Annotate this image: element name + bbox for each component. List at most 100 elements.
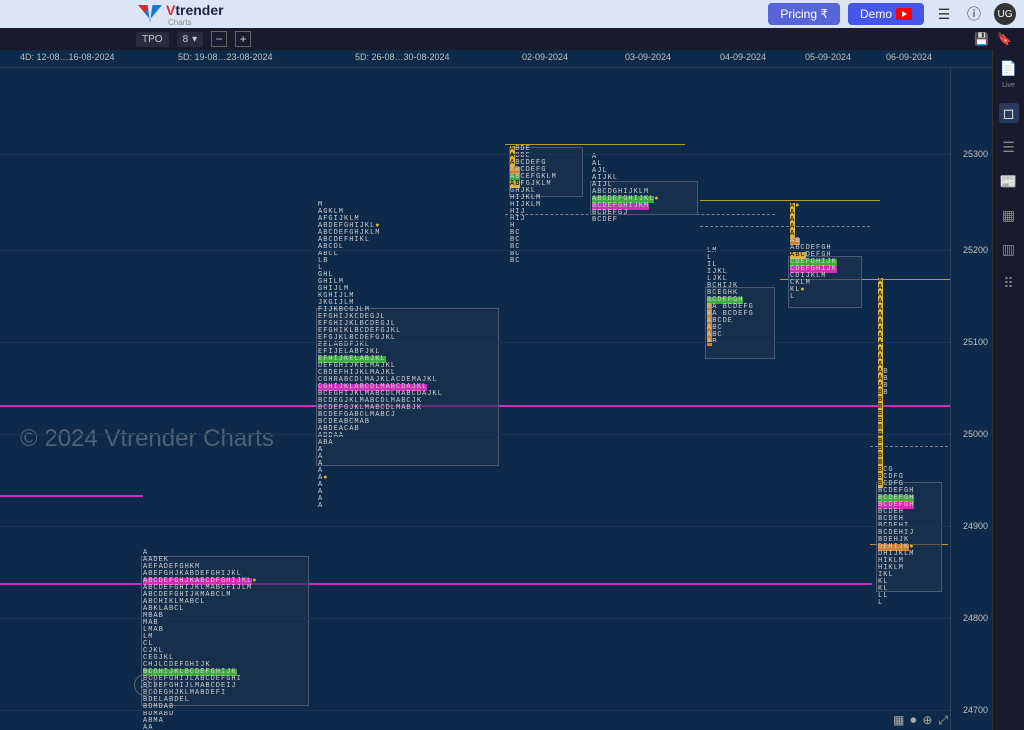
tpo-row: L: [318, 265, 443, 272]
user-avatar[interactable]: UG: [994, 3, 1016, 25]
tpo-row: LM: [143, 634, 257, 641]
tpo-row: B: [878, 453, 914, 460]
tpo-row: A: [878, 320, 914, 327]
date-label: 03-09-2024: [625, 52, 671, 62]
tpo-row: A●: [790, 203, 837, 210]
tpo-row: AA: [143, 725, 257, 730]
poc-line: [0, 583, 872, 585]
tpo-row: A: [878, 348, 914, 355]
apps-icon[interactable]: ⠿: [999, 273, 1019, 293]
tpo-row: A: [318, 503, 443, 510]
tpo-row: A: [878, 278, 914, 285]
ref-line: [700, 200, 880, 201]
split-dropdown[interactable]: 8 ▾: [177, 32, 204, 47]
tpo-row: A: [790, 210, 837, 217]
tpo-profile: AAADEKAEFADEFGHKMABEFGHJKABDEFGHIJKLABCD…: [143, 550, 257, 730]
tpo-row: LMAB: [143, 627, 257, 634]
target-icon[interactable]: ⊕: [922, 713, 932, 728]
tpo-row: KL●: [790, 287, 837, 294]
brand-name: Vtrender: [166, 2, 224, 18]
menu-icon[interactable]: ☰: [934, 4, 954, 24]
tpo-row: A: [318, 468, 443, 475]
brand-sub: Charts: [168, 18, 224, 27]
bookmark-icon[interactable]: 🔖: [997, 32, 1012, 46]
tpo-row: LB: [318, 258, 443, 265]
tpo-profile: AAAAAAAAAAAAAABABABBBBBBBBBBBBBBCGBCDFGB…: [878, 278, 914, 607]
tpo-row: A: [878, 334, 914, 341]
window-icon[interactable]: ◻: [999, 103, 1019, 123]
tpo-row: A●: [318, 475, 443, 482]
list-icon[interactable]: ☰: [999, 137, 1019, 157]
tpo-row: HIJ: [510, 216, 557, 223]
grid-icon[interactable]: ▦: [893, 713, 904, 728]
tpo-row: A: [318, 482, 443, 489]
tpo-row: BCDEF: [592, 217, 660, 224]
demo-button[interactable]: Demo: [848, 3, 924, 25]
chart-toolbar: TPO 8 ▾ − + 💾 🔖: [0, 28, 1024, 50]
tpo-row: A: [878, 292, 914, 299]
footer-icons: ▦ ⏺ ⊕ ⤢: [893, 713, 948, 728]
date-label: 4D: 12-08…16-08-2024: [20, 52, 115, 62]
date-label: 05-09-2024: [805, 52, 851, 62]
tpo-row: A: [318, 461, 443, 468]
date-label: 5D: 26-08…30-08-2024: [355, 52, 450, 62]
tpo-row: A: [592, 154, 660, 161]
pricing-button[interactable]: Pricing ₹: [768, 3, 840, 25]
tpo-row: ABMA: [143, 718, 257, 725]
tpo-row: ABCL: [318, 251, 443, 258]
tpo-row: ABA: [318, 440, 443, 447]
date-label: 5D: 19-08…23-08-2024: [178, 52, 273, 62]
date-axis: 4D: 12-08…16-08-2024 5D: 19-08…23-08-2024…: [0, 50, 992, 68]
price-tick: 24900: [963, 521, 988, 531]
doc-icon[interactable]: 📄: [999, 58, 1019, 78]
tpo-row: B: [878, 397, 914, 404]
youtube-icon: [896, 8, 912, 20]
tpo-row: L: [878, 600, 914, 607]
live-label: Live: [1002, 82, 1015, 89]
tpo-row: B: [878, 446, 914, 453]
grid4-icon[interactable]: ▦: [999, 205, 1019, 225]
tpo-row: A: [318, 489, 443, 496]
tpo-row: A: [790, 217, 837, 224]
tpo-row: A: [878, 299, 914, 306]
tpo-row: LL: [878, 593, 914, 600]
tpo-profile: A●AAAAABABCDEFGHABCDEFGHCDEFGHIJKCDEFGHI…: [790, 203, 837, 301]
bars-icon[interactable]: ▥: [999, 239, 1019, 259]
date-label: 04-09-2024: [720, 52, 766, 62]
tpo-profile: AALAJLAIJKLAIJL ABCDGHIJKLMABCDEFGHIJKL●…: [592, 154, 660, 224]
zoom-in-button[interactable]: +: [235, 31, 251, 47]
date-label: 06-09-2024: [886, 52, 932, 62]
tpo-profile: ABDEABDEABCDEFGABCDEFGABCEFGKLMABFGJKLMG…: [510, 146, 557, 265]
poc-line: [0, 495, 143, 497]
price-tick: 25100: [963, 337, 988, 347]
tpo-profile: LMLILIJKLLJKLBCHIJKBCEGHKBCDEFGHBA BCDEF…: [707, 248, 754, 346]
info-icon[interactable]: ⓘ: [964, 4, 984, 24]
save-icon[interactable]: 💾: [974, 32, 989, 46]
right-panel: 📄 Live ◻ ☰ 📰 ▦ ▥ ⠿: [992, 50, 1024, 730]
tpo-row: A: [878, 285, 914, 292]
news-icon[interactable]: 📰: [999, 171, 1019, 191]
tpo-row: B: [878, 411, 914, 418]
zoom-out-button[interactable]: −: [211, 31, 227, 47]
record-icon[interactable]: ⏺: [910, 713, 916, 728]
tpo-row: A: [318, 447, 443, 454]
price-tick: 25000: [963, 429, 988, 439]
price-axis: 2530025200251002500024900248002470024640…: [950, 68, 992, 730]
tpo-row: B: [878, 418, 914, 425]
tpo-row: A: [878, 327, 914, 334]
tpo-row: B: [878, 425, 914, 432]
chart-canvas[interactable]: 4D: 12-08…16-08-2024 5D: 19-08…23-08-2024…: [0, 50, 992, 730]
date-label: 02-09-2024: [522, 52, 568, 62]
price-tick: 25200: [963, 245, 988, 255]
dash-line: [700, 226, 870, 227]
tpo-row: L: [790, 294, 837, 301]
brand-logo: Vtrender Charts: [138, 2, 224, 27]
app-header: Vtrender Charts Pricing ₹ Demo ☰ ⓘ UG: [0, 0, 1024, 28]
fullscreen-icon[interactable]: ⛶: [134, 674, 156, 696]
mode-dropdown[interactable]: TPO: [136, 32, 169, 47]
tpo-row: BC: [510, 258, 557, 265]
price-tick: 24800: [963, 613, 988, 623]
tpo-row: BB: [878, 390, 914, 397]
expand-icon[interactable]: ⤢: [938, 713, 948, 728]
tpo-row: A: [318, 454, 443, 461]
